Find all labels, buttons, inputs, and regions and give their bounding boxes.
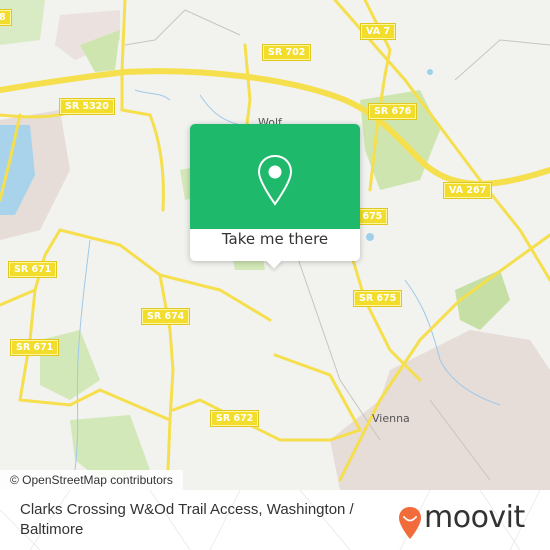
road xyxy=(273,353,362,432)
popup-header xyxy=(190,124,360,229)
road xyxy=(158,273,175,472)
map-view[interactable]: 8 SR 5320 SR 702 VA 7 SR 676 VA 267 SR 6… xyxy=(0,0,550,490)
road-shield-sr-5320: SR 5320 xyxy=(59,98,115,115)
road-shield-sr-676: SR 676 xyxy=(367,103,418,120)
road-shield-va-267: VA 267 xyxy=(442,182,493,199)
urban-area xyxy=(330,330,550,490)
place-label-vienna: Vienna xyxy=(372,412,410,425)
road-shield-sr-702: SR 702 xyxy=(261,44,312,61)
map-attribution[interactable]: © OpenStreetMap contributors xyxy=(0,470,183,490)
road-shield-sr-671-upper: SR 671 xyxy=(7,261,58,278)
park-area xyxy=(455,270,510,330)
road-shield-va-7: VA 7 xyxy=(360,23,396,40)
take-me-there-button[interactable]: Take me there xyxy=(190,230,360,248)
road-shield-edge: 8 xyxy=(0,9,12,26)
moovit-logo[interactable]: moovit xyxy=(398,500,538,540)
location-title: Clarks Crossing W&Od Trail Access, Washi… xyxy=(20,501,354,538)
water-area xyxy=(427,69,433,75)
road xyxy=(18,388,172,422)
road-shield-sr-675: SR 675 xyxy=(352,290,403,307)
road-shield-sr-674: SR 674 xyxy=(140,308,191,325)
map-pin-icon xyxy=(257,154,293,206)
moovit-smile-pin-icon xyxy=(399,507,421,539)
moovit-logo-text: moovit xyxy=(424,500,525,535)
road-shield-sr-672: SR 672 xyxy=(209,410,260,427)
minor-road xyxy=(124,9,241,46)
minor-road xyxy=(454,39,550,81)
road xyxy=(120,0,165,212)
water-area xyxy=(366,233,374,241)
location-popup[interactable]: Take me there xyxy=(190,124,360,269)
road xyxy=(171,398,362,442)
road-shield-sr-671-lower: SR 671 xyxy=(9,339,60,356)
